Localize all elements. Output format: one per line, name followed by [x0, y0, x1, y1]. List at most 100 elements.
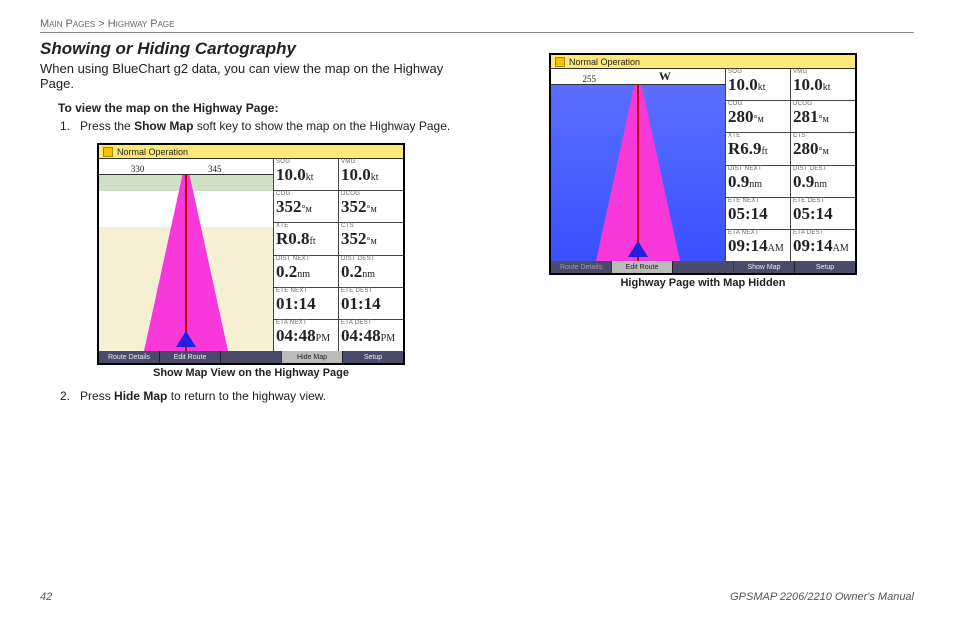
softkey-bar: Route Details Edit Route Show Map Setup: [551, 261, 855, 273]
step-2-key: Hide Map: [114, 389, 167, 403]
data-value: 09:14AM: [728, 237, 788, 258]
manual-title: GPSMAP 2206/2210 Owner's Manual: [730, 591, 914, 603]
softkey-edit-route[interactable]: Edit Route: [612, 261, 673, 273]
figure-show-map: Normal Operation 330 345 N 015: [97, 143, 405, 365]
data-cell: COG352°ᴍ: [273, 191, 338, 222]
highway-area: [551, 85, 725, 261]
data-fields: SOG10.0ktVMG10.0ktCOG280°ᴍDCOG281°ᴍXTER6…: [725, 69, 855, 261]
data-value: 10.0kt: [276, 166, 336, 187]
step-2-c: to return to the highway view.: [167, 389, 326, 403]
data-value: 04:48PM: [276, 327, 336, 348]
data-fields: SOG10.0ktVMG10.0ktCOG352°ᴍDCOG352°ᴍXTER0…: [273, 159, 403, 351]
softkey-edit-route[interactable]: Edit Route: [160, 351, 221, 363]
data-value: 0.2nm: [341, 263, 401, 284]
data-cell: COG280°ᴍ: [725, 101, 790, 132]
data-value: 01:14: [341, 295, 401, 316]
data-value: 352°ᴍ: [341, 198, 401, 219]
softkey-setup[interactable]: Setup: [343, 351, 403, 363]
softkey-blank: [673, 261, 734, 273]
softkey-show-map[interactable]: Show Map: [734, 261, 795, 273]
data-value: 05:14: [793, 205, 853, 226]
data-cell: ETA NEXT09:14AM: [725, 230, 790, 261]
data-cell: VMG10.0kt: [338, 159, 403, 190]
data-value: 10.0kt: [793, 76, 853, 97]
data-cell: SOG10.0kt: [273, 159, 338, 190]
intro-text: When using BlueChart g2 data, you can vi…: [40, 61, 462, 91]
step-2-num: 2.: [60, 389, 70, 403]
device-titlebar: Normal Operation: [551, 55, 855, 69]
data-value: 09:14AM: [793, 237, 853, 258]
data-cell: ETE NEXT01:14: [273, 288, 338, 319]
data-value: 10.0kt: [728, 76, 788, 97]
data-value: 280°ᴍ: [793, 140, 853, 161]
page-number: 42: [40, 591, 52, 603]
step-1-num: 1.: [60, 119, 70, 133]
data-cell: CTS352°ᴍ: [338, 223, 403, 254]
step-1: 1. Press the Show Map soft key to show t…: [76, 119, 462, 133]
data-cell: DIST DEST0.2nm: [338, 256, 403, 287]
data-cell: VMG10.0kt: [790, 69, 855, 100]
step-1-a: Press the: [80, 119, 134, 133]
device-title: Normal Operation: [117, 147, 188, 157]
boat-icon: [176, 331, 196, 347]
data-value: 10.0kt: [341, 166, 401, 187]
data-cell: DCOG352°ᴍ: [338, 191, 403, 222]
breadcrumb-child: Highway Page: [108, 18, 175, 30]
data-cell: ETA NEXT04:48PM: [273, 320, 338, 351]
data-value: R6.9ft: [728, 140, 788, 161]
data-cell: DIST DEST0.9nm: [790, 166, 855, 197]
data-value: 352°ᴍ: [341, 230, 401, 251]
boat-icon: [628, 241, 648, 257]
figure-hide-map: Normal Operation 255 W 285 300 Harbor, W…: [549, 53, 857, 275]
step-2: 2. Press Hide Map to return to the highw…: [76, 389, 462, 403]
breadcrumb-parent: Main Pages: [40, 18, 95, 30]
data-value: 281°ᴍ: [793, 108, 853, 129]
compass-cardinal: W: [659, 69, 671, 84]
map-area: Fish: [99, 175, 273, 351]
compass-tick: 330: [131, 164, 145, 174]
compass-tick: 255: [582, 74, 596, 84]
breadcrumb-sep: >: [98, 18, 104, 30]
data-value: 05:14: [728, 205, 788, 226]
device-titlebar: Normal Operation: [99, 145, 403, 159]
data-value: 04:48PM: [341, 327, 401, 348]
data-value: R0.8ft: [276, 230, 336, 251]
data-cell: CTS280°ᴍ: [790, 133, 855, 164]
softkey-hide-map[interactable]: Hide Map: [282, 351, 343, 363]
data-cell: XTER6.9ft: [725, 133, 790, 164]
data-cell: DIST NEXT0.9nm: [725, 166, 790, 197]
data-cell: DIST NEXT0.2nm: [273, 256, 338, 287]
data-cell: ETA DEST04:48PM: [338, 320, 403, 351]
data-cell: ETA DEST09:14AM: [790, 230, 855, 261]
data-value: 0.9nm: [728, 173, 788, 194]
data-cell: ETE DEST05:14: [790, 198, 855, 229]
data-value: 0.2nm: [276, 263, 336, 284]
softkey-route-details[interactable]: Route Details: [99, 351, 160, 363]
softkey-bar: Route Details Edit Route Hide Map Setup: [99, 351, 403, 363]
step-1-c: soft key to show the map on the Highway …: [193, 119, 450, 133]
softkey-setup[interactable]: Setup: [795, 261, 855, 273]
compass-tick: 345: [208, 164, 222, 174]
section-title: Showing or Hiding Cartography: [40, 39, 462, 59]
data-value: 280°ᴍ: [728, 108, 788, 129]
subheading: To view the map on the Highway Page:: [58, 101, 462, 115]
data-value: 01:14: [276, 295, 336, 316]
data-value: 0.9nm: [793, 173, 853, 194]
figure-1-caption: Show Map View on the Highway Page: [40, 367, 462, 379]
data-cell: ETE DEST01:14: [338, 288, 403, 319]
softkey-route-details[interactable]: Route Details: [551, 261, 612, 273]
satellite-icon: [555, 57, 565, 67]
data-cell: XTER0.8ft: [273, 223, 338, 254]
softkey-blank: [221, 351, 282, 363]
figure-2-caption: Highway Page with Map Hidden: [492, 277, 914, 289]
data-cell: SOG10.0kt: [725, 69, 790, 100]
data-value: 352°ᴍ: [276, 198, 336, 219]
device-title: Normal Operation: [569, 57, 640, 67]
step-2-a: Press: [80, 389, 114, 403]
page-footer: 42 GPSMAP 2206/2210 Owner's Manual: [40, 591, 914, 603]
data-cell: DCOG281°ᴍ: [790, 101, 855, 132]
step-1-key: Show Map: [134, 119, 193, 133]
data-cell: ETE NEXT05:14: [725, 198, 790, 229]
satellite-icon: [103, 147, 113, 157]
breadcrumb: Main Pages > Highway Page: [40, 18, 914, 33]
